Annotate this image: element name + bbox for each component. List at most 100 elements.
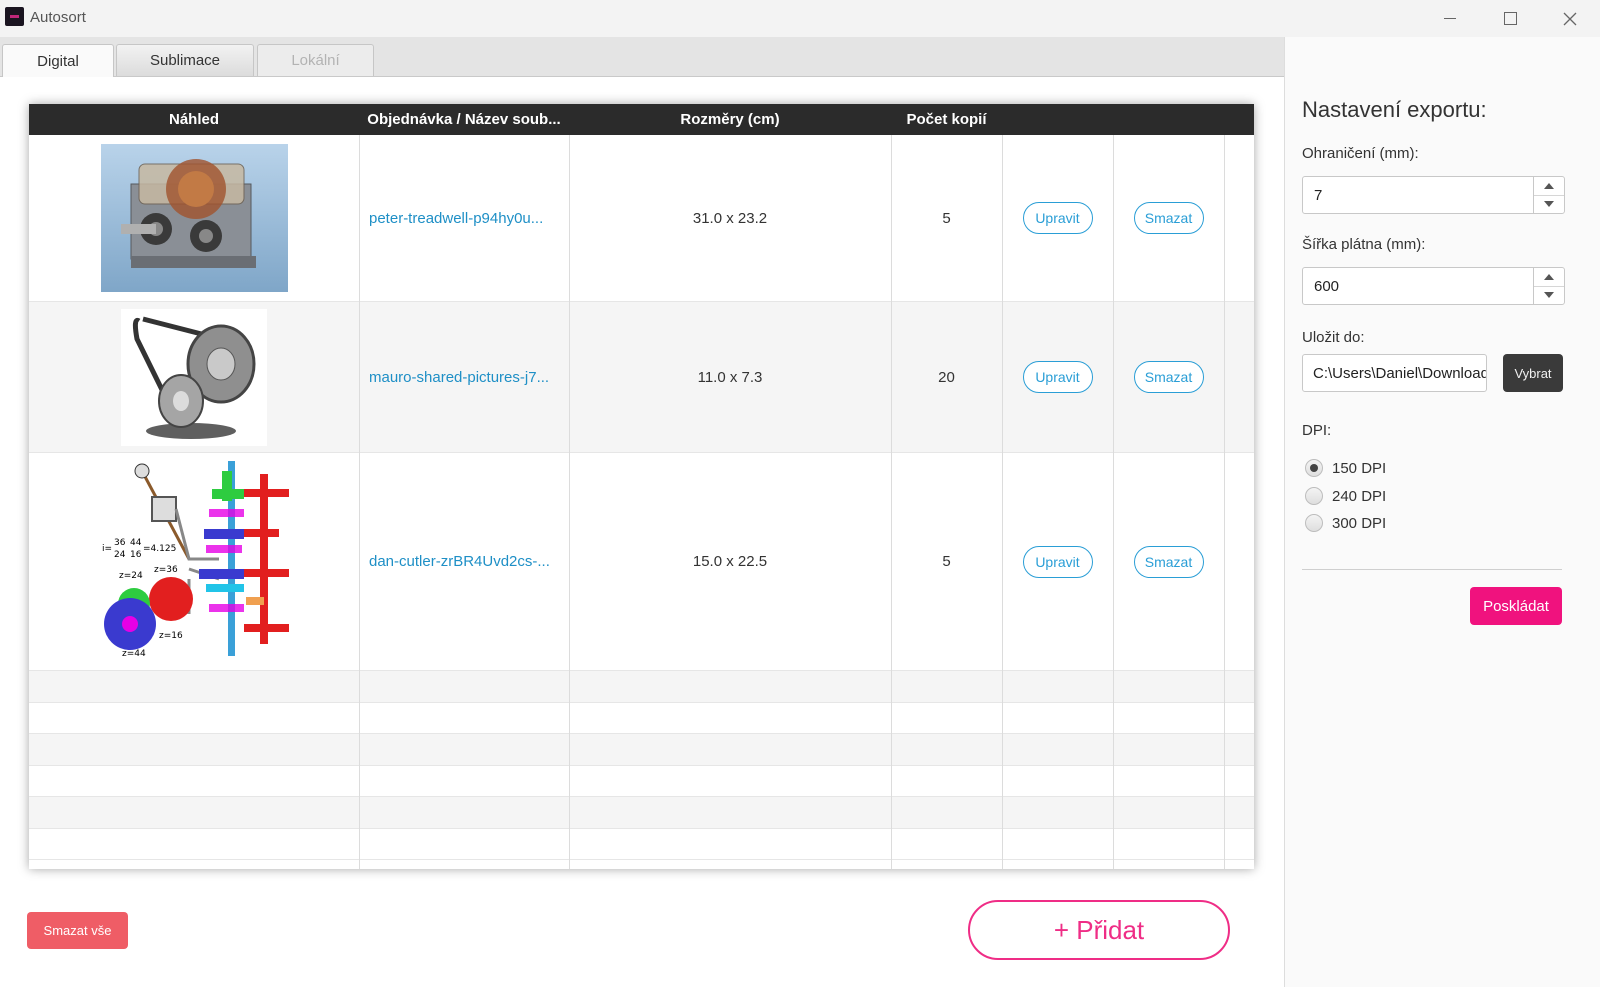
window-title: Autosort — [30, 9, 86, 26]
column-divider — [1224, 135, 1225, 869]
svg-text:36: 36 — [114, 538, 126, 548]
canvas-width-label: Šířka plátna (mm): — [1302, 236, 1426, 253]
canvas-width-spinner[interactable]: 600 — [1302, 267, 1565, 305]
close-button[interactable] — [1540, 0, 1600, 37]
edit-cell: Upravit — [1002, 135, 1113, 301]
save-path-value: C:\Users\Daniel\Downloads — [1313, 365, 1487, 382]
delete-button[interactable]: Smazat — [1133, 361, 1204, 393]
column-header-preview[interactable]: Náhled — [29, 104, 359, 135]
export-settings-title: Nastavení exportu: — [1302, 97, 1487, 122]
preview-cell — [29, 302, 359, 452]
delete-all-button[interactable]: Smazat vše — [27, 912, 128, 949]
filename-cell: dan-cutler-zrBR4Uvd2cs-... — [359, 453, 569, 670]
boundary-label: Ohraničení (mm): — [1302, 145, 1419, 162]
close-icon — [1563, 12, 1577, 25]
filename-cell: peter-treadwell-p94hy0u... — [359, 135, 569, 301]
delete-button[interactable]: Smazat — [1133, 202, 1204, 234]
edit-button[interactable]: Upravit — [1022, 545, 1093, 578]
empty-row — [29, 797, 1254, 829]
empty-row — [29, 703, 1254, 734]
copies-cell: 20 — [938, 368, 955, 386]
svg-text:44: 44 — [130, 538, 142, 548]
column-header-filename[interactable]: Objednávka / Název soub... — [359, 104, 569, 135]
edit-cell: Upravit — [1002, 453, 1113, 670]
boundary-spinner-buttons — [1533, 177, 1564, 213]
preview-cell: i= 36 24 44 16 =4.125 z=24 z=36 z=16 z=4… — [29, 453, 359, 670]
boundary-spinner[interactable]: 7 — [1302, 176, 1565, 214]
radio-icon[interactable] — [1305, 487, 1323, 505]
tab-sublimace[interactable]: Sublimace — [116, 44, 254, 76]
table-row[interactable]: mauro-shared-pictures-j7... 11.0 x 7.3 2… — [29, 302, 1254, 453]
column-header-copies[interactable]: Počet kopií — [891, 104, 1002, 135]
filename-link[interactable]: dan-cutler-zrBR4Uvd2cs-... — [369, 553, 550, 570]
empty-row — [29, 671, 1254, 703]
filename-cell: mauro-shared-pictures-j7... — [359, 302, 569, 452]
dpi-option-300[interactable]: 300 DPI — [1305, 514, 1386, 532]
delete-button[interactable]: Smazat — [1133, 545, 1204, 578]
tab-lokalni: Lokální — [257, 44, 374, 76]
table-row[interactable]: peter-treadwell-p94hy0u... 31.0 x 23.2 5… — [29, 135, 1254, 302]
save-path-input[interactable]: C:\Users\Daniel\Downloads — [1302, 354, 1487, 392]
table-header: Náhled Objednávka / Název soub... Rozměr… — [29, 104, 1254, 135]
dpi-option-label: 240 DPI — [1332, 487, 1387, 505]
dpi-option-label: 300 DPI — [1332, 514, 1387, 532]
copies-cell: 5 — [942, 209, 951, 227]
column-divider — [1113, 135, 1114, 869]
dpi-label: DPI: — [1302, 422, 1332, 439]
svg-text:z=16: z=16 — [159, 631, 183, 641]
decrement-button[interactable] — [1534, 286, 1564, 304]
delete-cell: Smazat — [1113, 135, 1224, 301]
edit-button[interactable]: Upravit — [1022, 202, 1093, 234]
empty-row — [29, 766, 1254, 797]
canvas-width-value[interactable]: 600 — [1314, 278, 1339, 295]
radio-icon[interactable] — [1305, 514, 1323, 532]
svg-text:z=36: z=36 — [154, 565, 178, 575]
app-logo-icon — [5, 7, 24, 26]
gearbox-thumbnail — [100, 144, 288, 292]
svg-text:16: 16 — [130, 550, 142, 560]
minimize-button[interactable] — [1420, 0, 1480, 37]
copies-cell: 5 — [942, 553, 951, 570]
decrement-button[interactable] — [1534, 195, 1564, 213]
divider — [1302, 569, 1562, 570]
edit-cell: Upravit — [1002, 302, 1113, 452]
minimize-icon — [1444, 18, 1456, 19]
column-divider — [359, 135, 360, 869]
preview-cell — [29, 135, 359, 301]
belt-pulley-thumbnail — [121, 308, 267, 446]
column-divider — [569, 135, 570, 869]
edit-button[interactable]: Upravit — [1022, 361, 1093, 393]
boundary-value[interactable]: 7 — [1314, 187, 1322, 204]
tab-digital[interactable]: Digital — [2, 44, 114, 77]
svg-text:=4.125: =4.125 — [143, 544, 176, 554]
title-bar: Autosort — [0, 0, 1600, 37]
dimensions-cell: 11.0 x 7.3 — [697, 368, 763, 386]
filename-link[interactable]: mauro-shared-pictures-j7... — [369, 369, 549, 386]
dpi-option-240[interactable]: 240 DPI — [1305, 487, 1386, 505]
dpi-option-label: 150 DPI — [1332, 459, 1387, 477]
maximize-icon — [1503, 12, 1517, 25]
svg-text:z=44: z=44 — [122, 649, 146, 659]
save-to-label: Uložit do: — [1302, 329, 1365, 346]
browse-button[interactable]: Vybrat — [1503, 354, 1563, 392]
gear-diagram-thumbnail: i= 36 24 44 16 =4.125 z=24 z=36 z=16 z=4… — [94, 459, 294, 664]
empty-row — [29, 829, 1254, 860]
dpi-option-150[interactable]: 150 DPI — [1305, 459, 1386, 477]
increment-button[interactable] — [1534, 268, 1564, 287]
arrow-up-icon — [1544, 274, 1554, 280]
maximize-button[interactable] — [1480, 0, 1540, 37]
add-button[interactable]: + Přidat — [968, 900, 1230, 960]
delete-cell: Smazat — [1113, 453, 1224, 670]
arrange-button[interactable]: Poskládat — [1470, 587, 1562, 625]
dimensions-cell: 15.0 x 22.5 — [692, 553, 768, 570]
filename-link[interactable]: peter-treadwell-p94hy0u... — [369, 210, 543, 227]
table-row[interactable]: i= 36 24 44 16 =4.125 z=24 z=36 z=16 z=4… — [29, 453, 1254, 671]
radio-selected-icon[interactable] — [1305, 459, 1323, 477]
delete-cell: Smazat — [1113, 302, 1224, 452]
arrow-down-icon — [1544, 201, 1554, 207]
empty-row — [29, 734, 1254, 766]
tab-bar: Digital Sublimace Lokální — [0, 37, 1284, 77]
increment-button[interactable] — [1534, 177, 1564, 196]
arrow-up-icon — [1544, 183, 1554, 189]
column-header-dimensions[interactable]: Rozměry (cm) — [569, 104, 891, 135]
